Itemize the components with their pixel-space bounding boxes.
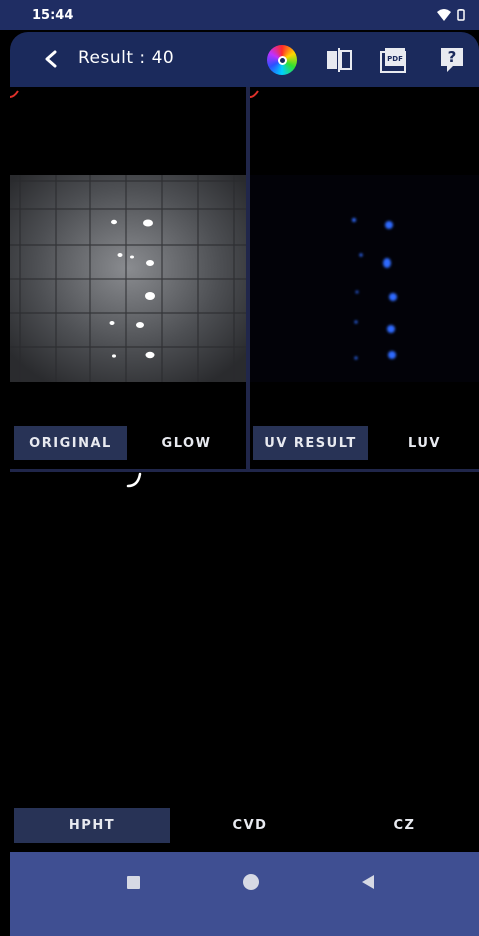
uv-result-image [250,175,479,382]
back-nav-icon [362,875,374,889]
pdf-button[interactable]: PDF [377,44,409,76]
help-icon: ? [441,48,463,72]
back-button[interactable] [38,46,64,72]
battery-icon [457,9,465,21]
svg-text:?: ? [448,48,457,66]
original-image [10,175,246,382]
recents-icon [126,875,140,889]
tab-original[interactable]: ORIGINAL [14,426,127,460]
recents-button[interactable] [121,870,145,894]
pdf-icon: PDF [380,48,406,73]
result-area [10,472,479,852]
tab-uv-result[interactable]: UV RESULT [253,426,368,460]
tab-cvd[interactable]: CVD [172,808,328,843]
tab-luv[interactable]: LUV [370,426,479,460]
system-nav-bar [10,852,479,936]
loading-arc [10,90,19,98]
tab-hpht[interactable]: HPHT [14,808,170,843]
tab-cz[interactable]: CZ [330,808,479,843]
help-button[interactable]: ? [436,44,468,76]
panel-divider-vertical [246,87,250,471]
color-wheel-button[interactable] [266,44,298,76]
status-icons [437,9,465,21]
tab-glow[interactable]: GLOW [130,426,243,460]
status-bar: 15:44 [0,0,479,30]
back-icon [45,50,57,68]
svg-text:PDF: PDF [387,55,403,63]
home-icon [243,874,259,890]
compare-button[interactable] [323,44,355,76]
color-wheel-icon [267,45,297,75]
status-time: 15:44 [32,7,74,23]
compare-icon [327,48,352,72]
wifi-icon [437,9,451,21]
loading-arc [250,90,259,98]
page-title: Result : 40 [78,48,175,68]
app-bar: Result : 40 PDF ? [10,32,479,87]
loading-spinner [126,472,142,488]
back-nav-button[interactable] [356,870,380,894]
home-button[interactable] [239,870,263,894]
